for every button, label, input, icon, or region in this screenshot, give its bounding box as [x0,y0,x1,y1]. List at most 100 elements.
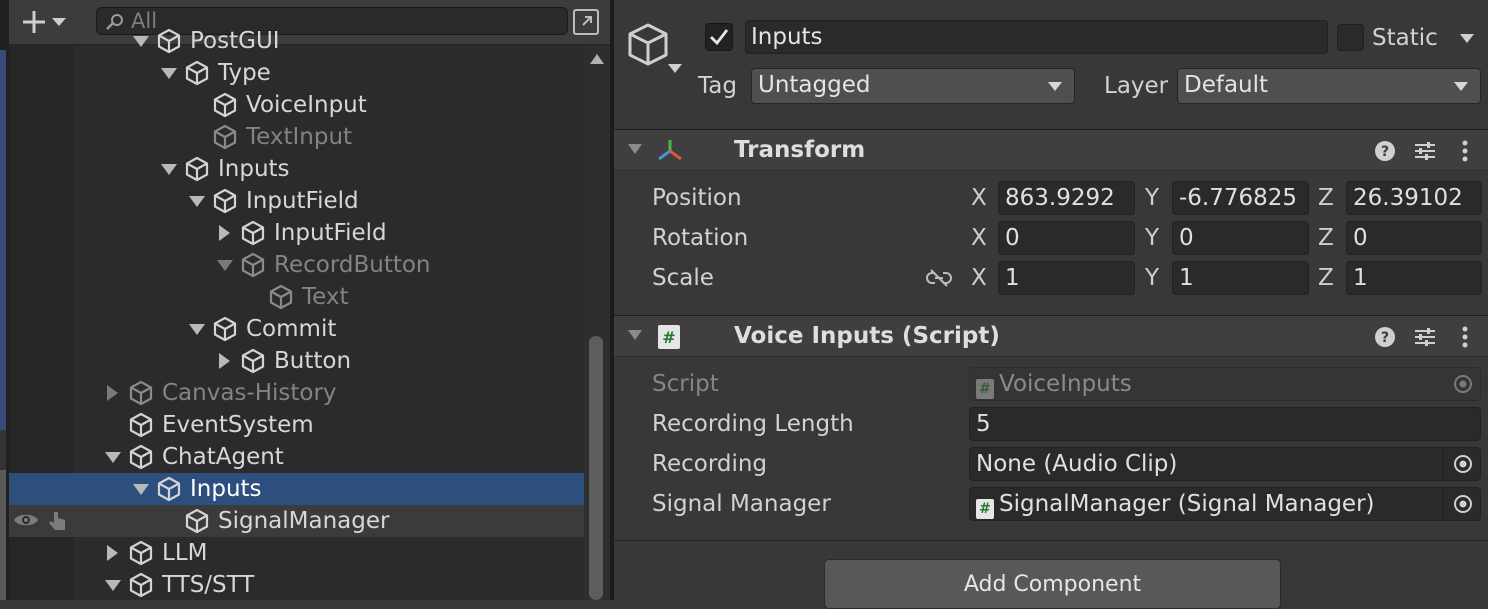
transform-icon [658,140,682,161]
scroll-up-arrow[interactable] [590,54,604,64]
svg-text:?: ? [1381,144,1389,160]
gameobject-icon [129,540,153,566]
signal-manager-field[interactable]: # SignalManager (Signal Manager) [969,487,1481,521]
expand-arrow-down[interactable] [217,260,233,271]
hierarchy-row[interactable]: Type [9,57,584,89]
scroll-thumb[interactable] [589,336,603,600]
foldout-arrow[interactable] [628,144,642,154]
object-picker-button[interactable] [1450,452,1476,476]
gameobject-icon-wrap [156,28,182,54]
scale-z-field[interactable]: 1 [1346,261,1482,295]
icon-menu-arrow[interactable] [668,64,682,73]
foldout-arrow[interactable] [628,330,642,340]
script-value: VoiceInputs [999,371,1132,397]
presets-button[interactable] [1412,324,1438,350]
object-picker-button[interactable] [1450,492,1476,516]
hierarchy-row-label: Button [274,348,352,374]
hierarchy-row[interactable]: InputField [9,185,584,217]
scale-y-field[interactable]: 1 [1172,261,1309,295]
static-dropdown-arrow[interactable] [1460,34,1474,43]
help-button[interactable]: ? [1372,138,1398,164]
scale-x-field[interactable]: 1 [998,261,1135,295]
signal-manager-label: Signal Manager [652,491,831,517]
expand-arrow-down[interactable] [189,324,205,335]
position-label: Position [652,185,742,211]
pointer-hand-icon[interactable] [47,510,69,532]
recording-value: None (Audio Clip) [976,451,1178,477]
rotation-y-field[interactable]: 0 [1172,221,1309,255]
object-name-field[interactable] [745,20,1328,54]
presets-button[interactable] [1412,138,1438,164]
add-component-button[interactable]: Add Component [824,559,1281,609]
hierarchy-row[interactable]: PostGUI [9,25,584,57]
hierarchy-row[interactable]: EventSystem [9,409,584,441]
link-off-icon[interactable] [926,268,952,288]
hierarchy-row[interactable]: Canvas-History [9,377,584,409]
hierarchy-row[interactable]: TTS/STT [9,569,584,600]
gameobject-icon[interactable] [626,22,670,68]
expand-arrow-down[interactable] [105,452,121,463]
expand-arrow-down[interactable] [105,580,121,591]
help-icon: ? [1375,327,1395,347]
expand-arrow-down[interactable] [189,196,205,207]
layer-label: Layer [1104,73,1169,99]
tag-dropdown[interactable]: Untagged [751,68,1075,104]
hierarchy-row-label: InputField [274,220,387,246]
script-icon: # [658,325,680,349]
kebab-menu-icon [1462,140,1468,162]
hierarchy-row[interactable]: InputField [9,217,584,249]
gameobject-icon-wrap [128,380,154,406]
static-checkbox[interactable] [1337,24,1364,51]
voice-inputs-header[interactable]: # Voice Inputs (Script) ? [614,315,1488,357]
expand-arrow-right[interactable] [107,385,118,401]
scale-x-label: X [971,265,987,291]
hierarchy-row[interactable]: SignalManager [9,505,584,537]
expand-arrow-down[interactable] [133,36,149,47]
rotation-z-field[interactable]: 0 [1346,221,1482,255]
recording-length-field[interactable]: 5 [969,407,1481,441]
position-z-field[interactable]: 26.39102 [1346,181,1482,215]
expand-arrow-right[interactable] [219,225,230,241]
help-button[interactable]: ? [1372,324,1398,350]
tag-label: Tag [698,73,737,99]
active-checkbox[interactable] [705,23,733,51]
chevron-down-icon [1454,82,1468,91]
target-icon [1454,375,1472,393]
gameobject-icon-wrap [184,508,210,534]
position-y-field[interactable]: -6.776825 [1172,181,1309,215]
position-z-label: Z [1318,185,1334,211]
hierarchy-row[interactable]: Text [9,281,584,313]
gameobject-icon [129,412,153,438]
position-x-field[interactable]: 863.9292 [998,181,1135,215]
rotation-z-label: Z [1318,225,1334,251]
transform-header[interactable]: Transform ? [614,129,1488,171]
expand-arrow-down[interactable] [161,68,177,79]
gameobject-icon-wrap [212,124,238,150]
hierarchy-row[interactable]: ChatAgent [9,441,584,473]
component-menu-button[interactable] [1452,138,1478,164]
layer-dropdown[interactable]: Default [1177,68,1481,104]
hierarchy-row[interactable]: Commit [9,313,584,345]
expand-arrow-right[interactable] [219,353,230,369]
expand-arrow-down[interactable] [161,164,177,175]
hierarchy-row[interactable]: Button [9,345,584,377]
hierarchy-row[interactable]: VoiceInput [9,89,584,121]
eye-icon[interactable] [13,510,39,530]
svg-text:#: # [662,328,675,347]
hierarchy-row[interactable]: TextInput [9,121,584,153]
rotation-x-field[interactable]: 0 [998,221,1135,255]
hierarchy-row[interactable]: Inputs [9,153,584,185]
hierarchy-scrollbar[interactable] [584,46,610,600]
hierarchy-row-label: LLM [162,540,208,566]
recording-field[interactable]: None (Audio Clip) [969,447,1481,481]
sliders-icon [1415,328,1435,346]
hierarchy-row[interactable]: RecordButton [9,249,584,281]
expand-arrow-down[interactable] [133,484,149,495]
gameobject-icon [213,188,237,214]
sliders-icon [1415,142,1435,160]
hierarchy-row[interactable]: Inputs [9,473,584,505]
hierarchy-row[interactable]: LLM [9,537,584,569]
component-menu-button[interactable] [1452,324,1478,350]
expand-arrow-right[interactable] [107,545,118,561]
gameobject-icon [129,444,153,470]
